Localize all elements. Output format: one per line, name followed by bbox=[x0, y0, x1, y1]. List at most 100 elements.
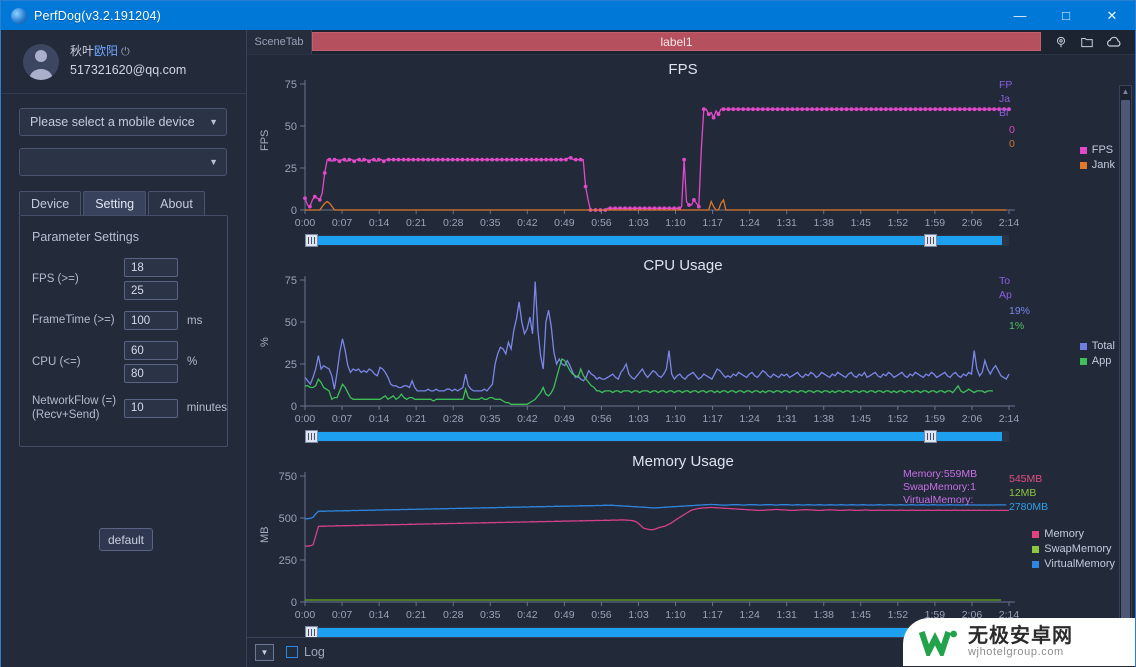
time-range-scrollbar[interactable] bbox=[305, 234, 1009, 247]
param-row-cpu: CPU (<=) 60 80 % bbox=[20, 341, 227, 383]
tab-device[interactable]: Device bbox=[19, 191, 82, 215]
watermark-en: wjhotelgroup.com bbox=[968, 645, 1064, 658]
svg-text:2:14: 2:14 bbox=[999, 217, 1020, 229]
scroll-fill bbox=[310, 628, 1002, 637]
scroll-up-arrow[interactable]: ▲ bbox=[1120, 86, 1131, 98]
svg-text:1:10: 1:10 bbox=[665, 413, 686, 425]
avatar[interactable] bbox=[23, 43, 59, 80]
watermark-text: 无极安卓网 wjhotelgroup.com bbox=[968, 625, 1073, 659]
svg-text:0:28: 0:28 bbox=[443, 609, 464, 621]
chevron-down-icon-2: ▼ bbox=[209, 157, 218, 167]
svg-text:1:10: 1:10 bbox=[665, 609, 686, 621]
device-select[interactable]: Please select a mobile device ▼ bbox=[19, 108, 227, 136]
main-content: SceneTab label1 FPS FPS 0 25 50 75 0:00 … bbox=[247, 30, 1135, 667]
svg-text:1:45: 1:45 bbox=[851, 609, 872, 621]
vertical-scrollbar[interactable]: ▲ bbox=[1119, 85, 1132, 645]
svg-text:0:28: 0:28 bbox=[443, 217, 464, 229]
svg-text:1:38: 1:38 bbox=[814, 413, 835, 425]
chart-memory-usage: Memory Usage MB 0 250 500 750 0:00 0:07 0:14 0:21… bbox=[247, 448, 1119, 644]
svg-text:0:21: 0:21 bbox=[406, 413, 427, 425]
legend-item[interactable]: App bbox=[1079, 355, 1115, 367]
cpu-threshold-2-input[interactable]: 80 bbox=[124, 364, 178, 383]
account-panel: 秋叶欧阳 ⏻ 517321620@qq.com bbox=[1, 30, 246, 94]
svg-text:750: 750 bbox=[279, 471, 297, 483]
right-value: 1% bbox=[1009, 319, 1025, 332]
scene-label-strip[interactable]: label1 bbox=[312, 32, 1041, 51]
close-button[interactable]: ✕ bbox=[1089, 1, 1135, 30]
svg-text:0:49: 0:49 bbox=[554, 413, 575, 425]
svg-text:0:42: 0:42 bbox=[517, 413, 538, 425]
legend-label: FPS bbox=[1091, 144, 1114, 156]
svg-text:0:00: 0:00 bbox=[295, 217, 316, 229]
scene-tab-label[interactable]: SceneTab bbox=[247, 30, 312, 54]
param-label-fps: FPS (>=) bbox=[32, 272, 79, 285]
svg-text:50: 50 bbox=[285, 121, 297, 133]
svg-text:50: 50 bbox=[285, 317, 297, 329]
app-select[interactable]: ▼ bbox=[19, 148, 227, 176]
param-row-fps: FPS (>=) 18 25 bbox=[20, 258, 227, 300]
frametime-threshold-input[interactable]: 100 bbox=[124, 311, 178, 330]
svg-text:0:14: 0:14 bbox=[369, 413, 390, 425]
tab-about[interactable]: About bbox=[148, 191, 205, 215]
legend-item[interactable]: Memory bbox=[1032, 528, 1115, 540]
networkflow-input[interactable]: 10 bbox=[123, 398, 178, 418]
folder-icon[interactable] bbox=[1080, 35, 1094, 49]
svg-text:0:49: 0:49 bbox=[554, 609, 575, 621]
tab-setting[interactable]: Setting bbox=[83, 191, 147, 215]
fps-threshold-2-input[interactable]: 25 bbox=[124, 281, 178, 300]
window-title-bar: PerfDog(v3.2.191204) — □ ✕ bbox=[1, 1, 1135, 30]
series-memory bbox=[304, 506, 1009, 547]
legend-label: Memory bbox=[1044, 528, 1085, 540]
left-sidebar: 秋叶欧阳 ⏻ 517321620@qq.com Please select a m… bbox=[1, 30, 247, 667]
log-toggle[interactable]: Log bbox=[286, 645, 325, 659]
svg-text:0: 0 bbox=[291, 597, 297, 609]
chevron-down-icon: ▼ bbox=[209, 117, 218, 127]
legend-label: SwapMemory bbox=[1044, 543, 1112, 555]
cloud-icon[interactable] bbox=[1106, 35, 1122, 49]
default-button[interactable]: default bbox=[99, 528, 153, 551]
expand-button[interactable]: ▼ bbox=[255, 643, 274, 661]
svg-text:0:35: 0:35 bbox=[480, 217, 501, 229]
series-fps bbox=[304, 108, 1009, 211]
power-icon[interactable]: ⏻ bbox=[121, 45, 130, 61]
scroll-grip-right[interactable] bbox=[924, 430, 937, 443]
legend-item[interactable]: SwapMemory bbox=[1032, 543, 1115, 555]
legend-swatch bbox=[1079, 146, 1087, 154]
svg-text:1:31: 1:31 bbox=[776, 413, 797, 425]
svg-text:1:38: 1:38 bbox=[814, 609, 835, 621]
scrollbar-thumb[interactable] bbox=[1121, 100, 1130, 620]
window-title: PerfDog(v3.2.191204) bbox=[34, 8, 161, 23]
svg-text:0:56: 0:56 bbox=[591, 217, 612, 229]
right-value: 0 bbox=[1009, 123, 1015, 136]
legend-item[interactable]: Total bbox=[1079, 340, 1115, 352]
legend-label: Jank bbox=[1091, 159, 1115, 171]
legend-item[interactable]: Jank bbox=[1079, 159, 1115, 171]
fps-threshold-1-input[interactable]: 18 bbox=[124, 258, 178, 277]
maximize-button[interactable]: □ bbox=[1043, 1, 1089, 30]
scene-bar: SceneTab label1 bbox=[247, 30, 1135, 55]
svg-text:0:35: 0:35 bbox=[480, 413, 501, 425]
chart-cpu-usage: CPU Usage% 0 25 50 75 0:00 0:07 0:14 0:21 0:28 0:3… bbox=[247, 252, 1119, 448]
location-pin-icon[interactable] bbox=[1054, 35, 1068, 49]
log-checkbox[interactable] bbox=[286, 646, 298, 658]
time-range-scrollbar[interactable] bbox=[305, 430, 1009, 443]
svg-text:25: 25 bbox=[285, 163, 297, 175]
svg-text:0:14: 0:14 bbox=[369, 217, 390, 229]
svg-text:1:59: 1:59 bbox=[925, 217, 946, 229]
scroll-grip-left[interactable] bbox=[305, 430, 318, 443]
svg-text:0:42: 0:42 bbox=[517, 609, 538, 621]
scroll-grip-left[interactable] bbox=[305, 234, 318, 247]
right-value: 19% bbox=[1009, 305, 1031, 318]
svg-text:1:52: 1:52 bbox=[888, 609, 909, 621]
chart-legend: Total App bbox=[1079, 340, 1115, 370]
minimize-button[interactable]: — bbox=[997, 1, 1043, 30]
legend-swatch bbox=[1079, 357, 1087, 365]
scroll-grip-right[interactable] bbox=[924, 234, 937, 247]
charts-container: FPS FPS 0 25 50 75 0:00 0:07 0:14 0:21 0:28 0:35 0:4… bbox=[247, 56, 1119, 646]
legend-item[interactable]: VirtualMemory bbox=[1032, 558, 1115, 570]
svg-text:1:03: 1:03 bbox=[628, 217, 649, 229]
svg-text:0:07: 0:07 bbox=[332, 217, 353, 229]
legend-item[interactable]: FPS bbox=[1079, 144, 1115, 156]
cpu-threshold-1-input[interactable]: 60 bbox=[124, 341, 178, 360]
tooltip-line: SwapMemory:1 bbox=[903, 481, 976, 494]
